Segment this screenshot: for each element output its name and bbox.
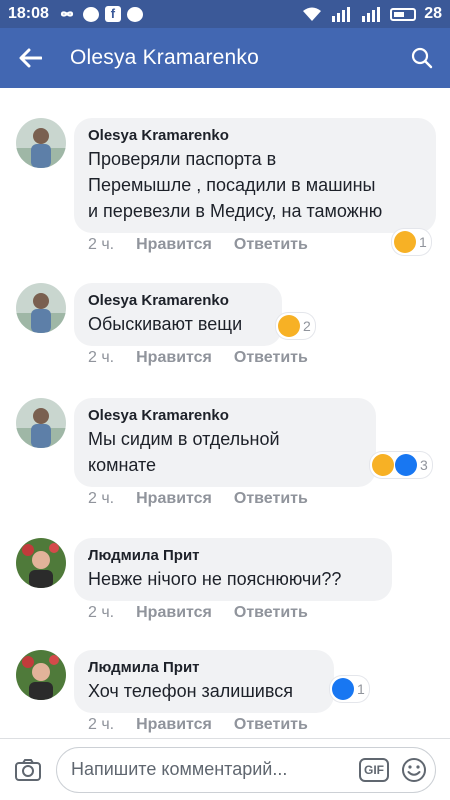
- comment-author[interactable]: Людмила Прит: [88, 658, 320, 678]
- infinity-icon: [57, 8, 77, 20]
- status-notification-icons: f: [57, 6, 143, 22]
- comment-time: 2 ч.: [88, 490, 115, 507]
- comment-meta: 2 ч. Нравится Ответить: [88, 716, 308, 734]
- smiley-icon: [402, 757, 426, 782]
- status-time: 18:08: [8, 5, 49, 22]
- comment-input-wrapper: GIF: [56, 746, 436, 793]
- gif-button[interactable]: GIF: [359, 757, 389, 782]
- reply-button[interactable]: Ответить: [234, 716, 308, 734]
- avatar[interactable]: [16, 283, 66, 333]
- reactions-summary[interactable]: 2: [276, 313, 315, 339]
- avatar[interactable]: [16, 538, 66, 588]
- avatar[interactable]: [16, 398, 66, 448]
- comment-time: 2 ч.: [88, 349, 115, 366]
- battery-level: 28: [424, 5, 442, 22]
- reactions-summary[interactable]: 1: [392, 229, 431, 255]
- comment-text: Обыскивают вещи: [88, 314, 243, 334]
- comment-meta: 2 ч. Нравится Ответить: [88, 349, 308, 367]
- comment-time: 2 ч.: [88, 604, 115, 621]
- status-bar: 18:08 f 28: [0, 0, 450, 28]
- comment-bubble[interactable]: Olesya Kramarenko Мы сидим в отдельной к…: [74, 398, 376, 487]
- comment-text: Проверяли паспорта в Перемышле , посадил…: [88, 149, 383, 221]
- back-button[interactable]: [0, 28, 60, 88]
- comment-bubble[interactable]: Людмила Прит Невже нічого не пояснюючи??: [74, 538, 392, 601]
- camera-icon: [15, 758, 41, 781]
- reaction-count: 1: [419, 234, 427, 250]
- comment-bubble[interactable]: Olesya Kramarenko Обыскивают вещи: [74, 283, 282, 346]
- like-button[interactable]: Нравится: [136, 490, 212, 508]
- comment-meta: 2 ч. Нравится Ответить: [88, 490, 308, 508]
- wow-icon: [278, 315, 300, 337]
- avatar[interactable]: [16, 650, 66, 700]
- avatar[interactable]: [16, 118, 66, 168]
- signal-4g-icon: [330, 6, 352, 22]
- comment-author[interactable]: Olesya Kramarenko: [88, 126, 422, 146]
- comment-time: 2 ч.: [88, 716, 115, 733]
- signal-icon: [360, 6, 382, 22]
- like-icon: [332, 678, 354, 700]
- comments-list: Olesya Kramarenko Проверяли паспорта в П…: [0, 88, 450, 738]
- comment-meta: 2 ч. Нравится Ответить: [88, 236, 308, 254]
- comment-meta: 2 ч. Нравится Ответить: [88, 604, 308, 622]
- like-button[interactable]: Нравится: [136, 236, 212, 254]
- reaction-count: 3: [420, 457, 428, 473]
- like-button[interactable]: Нравится: [136, 604, 212, 622]
- reaction-count: 2: [303, 318, 311, 334]
- messenger-notification-icon: [82, 6, 99, 22]
- battery-icon: [390, 7, 417, 21]
- wifi-icon: [302, 6, 322, 22]
- reply-button[interactable]: Ответить: [234, 236, 308, 254]
- reply-button[interactable]: Ответить: [234, 349, 308, 367]
- comment-text: Невже нічого не пояснюючи??: [88, 569, 342, 589]
- messenger-bubble-icon: [126, 6, 143, 22]
- comment-text: Хоч телефон залишився: [88, 681, 293, 701]
- search-icon: [411, 47, 433, 69]
- status-system-icons: 28: [302, 5, 442, 23]
- comment-input[interactable]: [71, 759, 349, 780]
- comment-author[interactable]: Людмила Прит: [88, 546, 378, 566]
- search-button[interactable]: [394, 28, 450, 88]
- reply-button[interactable]: Ответить: [234, 490, 308, 508]
- app-root: 18:08 f 28 Olesya Kramarenko Olesya Kram…: [0, 0, 450, 800]
- like-button[interactable]: Нравится: [136, 716, 212, 734]
- comment-bubble[interactable]: Olesya Kramarenko Проверяли паспорта в П…: [74, 118, 436, 233]
- comment-author[interactable]: Olesya Kramarenko: [88, 291, 268, 311]
- comment-time: 2 ч.: [88, 236, 115, 253]
- like-icon: [395, 454, 417, 476]
- reaction-count: 1: [357, 681, 365, 697]
- page-title: Olesya Kramarenko: [70, 46, 259, 69]
- facebook-notification-icon: f: [104, 6, 121, 22]
- camera-button[interactable]: [0, 739, 56, 800]
- wow-icon: [394, 231, 416, 253]
- wow-icon: [372, 454, 394, 476]
- comment-composer: GIF: [0, 738, 450, 800]
- arrow-left-icon: [19, 48, 42, 68]
- comment-author[interactable]: Olesya Kramarenko: [88, 406, 362, 426]
- reactions-summary[interactable]: 3: [370, 452, 432, 478]
- reply-button[interactable]: Ответить: [234, 604, 308, 622]
- like-button[interactable]: Нравится: [136, 349, 212, 367]
- reactions-summary[interactable]: 1: [330, 676, 369, 702]
- comment-bubble[interactable]: Людмила Прит Хоч телефон залишився: [74, 650, 334, 713]
- emoji-button[interactable]: [399, 755, 429, 785]
- app-bar: Olesya Kramarenko: [0, 28, 450, 88]
- comment-text: Мы сидим в отдельной комнате: [88, 429, 280, 475]
